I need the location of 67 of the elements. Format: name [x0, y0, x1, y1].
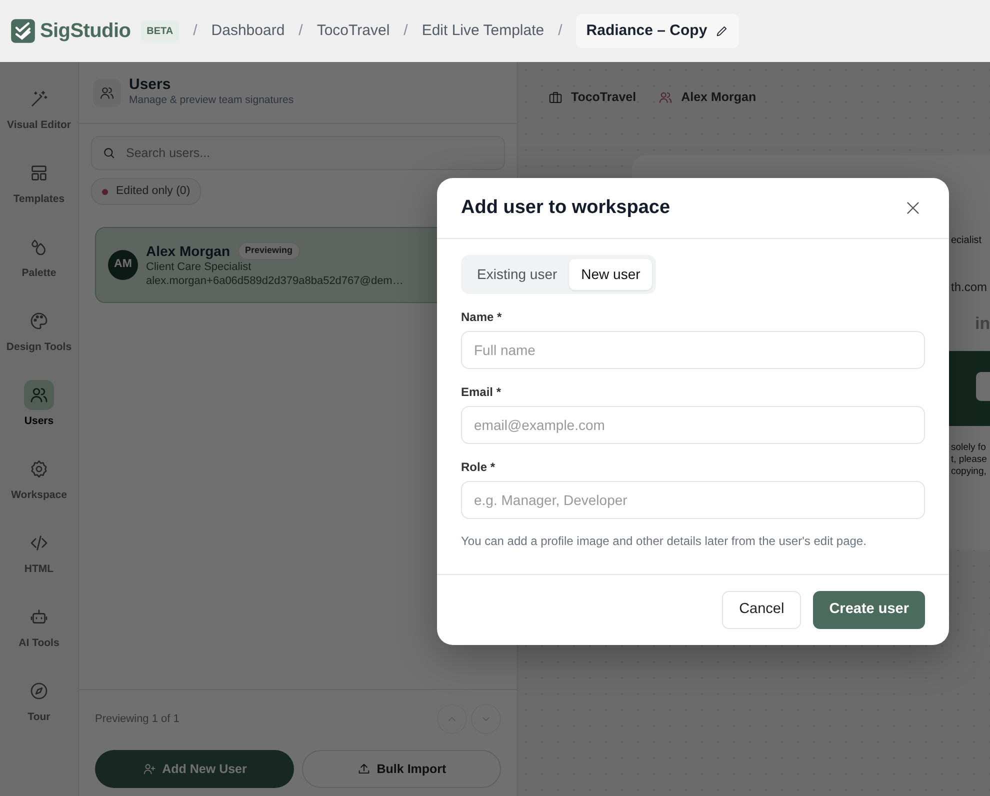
filter-chip[interactable]: Edited only (0)	[91, 178, 202, 206]
user-tag: Alex Morgan	[658, 88, 756, 107]
add-user-button[interactable]: Add New User	[95, 750, 294, 788]
tab[interactable]: New user	[569, 259, 652, 290]
user-role: Client Care Specialist	[146, 260, 252, 274]
help-text: You can add a profile image and other details later from the user's edit page.	[461, 533, 868, 550]
avatar: AM	[108, 250, 138, 280]
compass-icon	[29, 681, 49, 701]
sidebar-item[interactable]: Templates	[0, 158, 78, 232]
users-icon	[99, 84, 115, 100]
logo-icon	[10, 18, 36, 44]
pencil-icon	[715, 24, 730, 38]
input-field[interactable]: e.g. Manager, Developer	[461, 481, 925, 519]
search-input[interactable]: Search users...	[124, 142, 494, 164]
sidebar-item[interactable]: Users	[0, 380, 78, 454]
user-name: Alex Morgan	[146, 243, 230, 259]
cancel-button[interactable]: Cancel	[722, 591, 802, 629]
breadcrumb-link[interactable]: Dashboard	[211, 20, 285, 42]
user-email: alex.morgan+6a06d589d2d379a8ba52d767@dem…	[146, 274, 404, 288]
palette-icon	[29, 311, 49, 331]
field-label: Name *	[461, 309, 503, 326]
breadcrumb-separator: /	[558, 20, 562, 41]
search-icon	[102, 146, 116, 160]
sidebar-item[interactable]: HTML	[0, 528, 78, 602]
users-icon	[29, 385, 49, 405]
disclaimer-text: solely fo	[951, 442, 987, 454]
magic-wand-icon	[29, 89, 49, 109]
signature-text: ecialist	[951, 234, 983, 248]
briefcase-icon	[548, 90, 563, 105]
sidebar-item[interactable]: Workspace	[0, 454, 78, 528]
layout-icon	[29, 163, 49, 183]
upload-icon	[356, 762, 371, 776]
signature-text: th.com	[951, 279, 988, 296]
sidebar-item[interactable]: Tour	[0, 676, 78, 750]
panel-title: Users	[129, 76, 172, 94]
breadcrumb-separator: /	[298, 20, 303, 41]
gear-icon	[29, 459, 49, 479]
disclaimer-text: t, please	[951, 454, 988, 466]
breadcrumb-separator: /	[404, 20, 408, 41]
user-plus-icon	[142, 762, 156, 776]
sidebar-item[interactable]: Palette	[0, 232, 78, 306]
users-icon	[658, 90, 674, 105]
sidebar-item[interactable]: Design Tools	[0, 306, 78, 380]
breadcrumb-link[interactable]: Edit Live Template	[422, 20, 544, 42]
search-field[interactable]: Search users...	[91, 136, 505, 170]
create-button[interactable]: Create user	[813, 591, 925, 629]
breadcrumb-current[interactable]: Radiance – Copy	[576, 14, 740, 48]
panel-subtitle: Manage & preview team signatures	[129, 93, 294, 108]
input-field[interactable]: Full name	[461, 331, 925, 369]
logo-text: SigStudio	[40, 19, 131, 44]
input-field[interactable]: email@example.com	[461, 406, 925, 444]
status-dot	[102, 188, 108, 195]
beta-badge: BETA	[140, 20, 180, 42]
sidebar-item[interactable]: AI Tools	[0, 602, 78, 676]
close-icon	[904, 199, 922, 217]
field-label: Role *	[461, 459, 496, 476]
dialog-title: Add user to workspace	[461, 196, 670, 220]
breadcrumb-link[interactable]: TocoTravel	[316, 20, 390, 42]
breadcrumb-separator: /	[193, 20, 198, 41]
import-button[interactable]: Bulk Import	[302, 750, 501, 788]
code-icon	[29, 533, 49, 553]
pager-text: Previewing 1 of 1	[95, 712, 180, 727]
sidebar-item[interactable]: Visual Editor	[0, 84, 78, 158]
workspace-tag: TocoTravel	[548, 88, 636, 107]
field-label: Email *	[461, 384, 502, 401]
status-badge: Previewing	[238, 242, 300, 260]
disclaimer-text: copying,	[951, 466, 988, 478]
